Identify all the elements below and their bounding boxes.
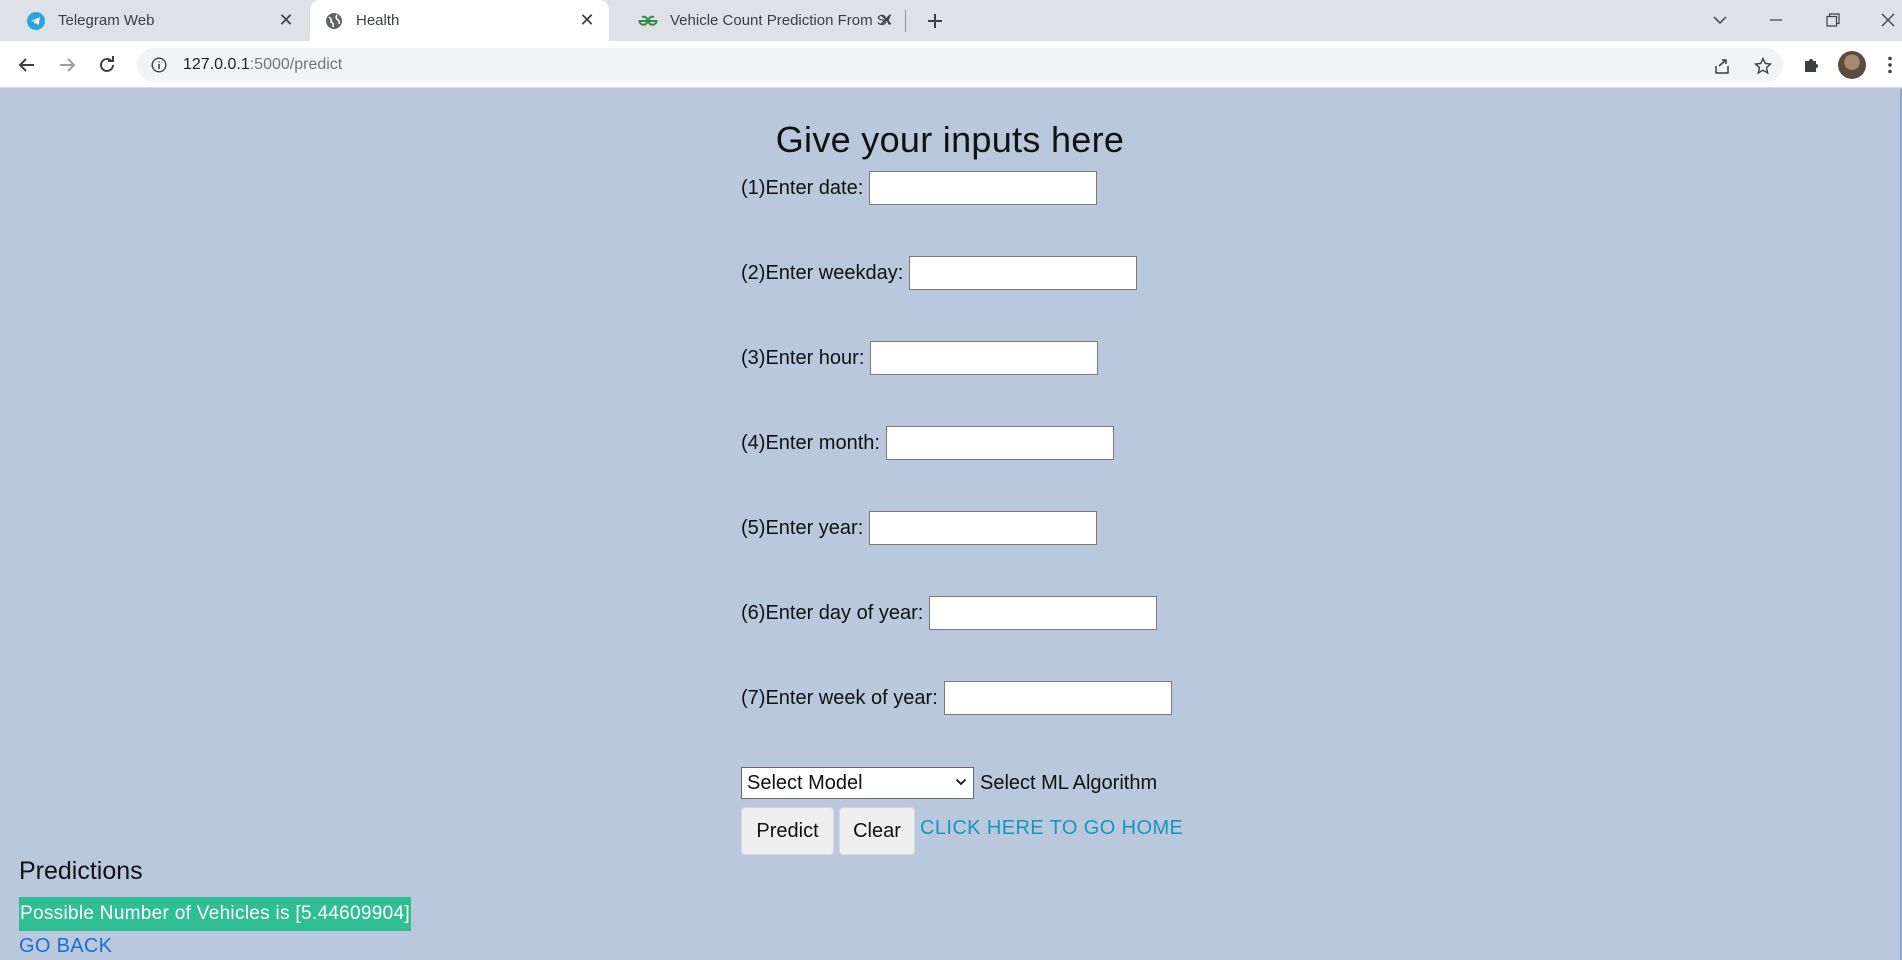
field-weekday: (2)Enter weekday: xyxy=(741,256,1138,290)
telegram-icon xyxy=(26,11,46,31)
tab-vehicle-count[interactable]: Vehicle Count Prediction From Sc ✕ xyxy=(612,0,902,41)
field-week-of-year: (7)Enter week of year: xyxy=(741,681,1172,715)
tab-title: Vehicle Count Prediction From Sc xyxy=(670,12,890,29)
field-label: (3)Enter hour: xyxy=(741,346,865,369)
close-tab-icon[interactable]: ✕ xyxy=(577,10,597,30)
restore-button[interactable] xyxy=(1819,6,1847,34)
model-select-row: Select Model Select ML Algorithm xyxy=(741,767,1157,799)
tab-separator xyxy=(905,10,906,32)
back-button[interactable] xyxy=(13,51,41,79)
globe-icon xyxy=(324,11,344,31)
tab-health[interactable]: Health ✕ xyxy=(310,0,609,41)
geeksforgeeks-icon xyxy=(638,11,658,31)
field-label: (5)Enter year: xyxy=(741,516,864,539)
close-window-button[interactable] xyxy=(1874,6,1902,34)
chevron-down-icon xyxy=(955,778,967,786)
field-month: (4)Enter month: xyxy=(741,426,1114,460)
address-bar[interactable]: 127.0.0.1:5000/predict xyxy=(137,48,1783,82)
year-input[interactable] xyxy=(869,511,1098,545)
field-hour: (3)Enter hour: xyxy=(741,341,1099,375)
puzzle-icon xyxy=(1805,59,1818,72)
profile-avatar[interactable] xyxy=(1838,51,1866,79)
tab-telegram-web[interactable]: Telegram Web ✕ xyxy=(0,0,308,41)
new-tab-button[interactable] xyxy=(922,8,948,34)
weekday-input[interactable] xyxy=(909,256,1138,290)
close-tab-icon[interactable]: ✕ xyxy=(276,10,296,30)
extensions-button[interactable] xyxy=(1797,51,1825,79)
prediction-result: Possible Number of Vehicles is [5.446099… xyxy=(19,897,411,931)
tab-title: Telegram Web xyxy=(58,12,155,29)
chevron-down-icon xyxy=(1713,16,1727,25)
clear-button[interactable]: Clear xyxy=(839,807,915,855)
url-host: 127.0.0.1 xyxy=(183,56,250,73)
minimize-icon xyxy=(1770,19,1782,21)
hour-input[interactable] xyxy=(870,341,1099,375)
page-title: Give your inputs here xyxy=(775,119,1125,160)
field-year: (5)Enter year: xyxy=(741,511,1098,545)
restore-icon xyxy=(1826,13,1840,27)
field-date: (1)Enter date: xyxy=(741,171,1098,205)
page-content: Give your inputs here (1)Enter date: (2)… xyxy=(0,89,1902,960)
date-input[interactable] xyxy=(869,171,1098,205)
day-of-year-input[interactable] xyxy=(929,596,1158,630)
tab-search-button[interactable] xyxy=(1706,6,1734,34)
star-bookmark-icon[interactable] xyxy=(1752,55,1774,77)
url-path: :5000/predict xyxy=(249,56,343,73)
model-select-label: Select ML Algorithm xyxy=(980,771,1158,794)
predictions-heading: Predictions xyxy=(19,857,143,885)
week-of-year-input[interactable] xyxy=(943,681,1172,715)
arrow-right-icon xyxy=(60,58,76,72)
reload-icon xyxy=(100,56,114,72)
kebab-menu-icon xyxy=(1888,56,1892,74)
form-actions: Predict Clear CLICK HERE TO GO HOME xyxy=(741,807,1183,855)
info-icon[interactable] xyxy=(149,55,169,75)
field-label: (7)Enter week of year: xyxy=(741,686,938,709)
field-label: (6)Enter day of year: xyxy=(741,601,924,624)
model-select-value: Select Model xyxy=(747,771,863,794)
arrow-left-icon xyxy=(18,58,34,72)
close-tab-icon[interactable]: ✕ xyxy=(876,10,896,30)
tab-strip: Telegram Web ✕ Health ✕ Vehicle Count Pr… xyxy=(0,0,1902,41)
browser-menu-button[interactable] xyxy=(1880,51,1900,79)
go-home-link[interactable]: CLICK HERE TO GO HOME xyxy=(920,817,1183,840)
field-label: (2)Enter weekday: xyxy=(741,261,904,284)
field-day-of-year: (6)Enter day of year: xyxy=(741,596,1158,630)
field-label: (4)Enter month: xyxy=(741,431,880,454)
predict-button[interactable]: Predict xyxy=(741,807,834,855)
go-back-link[interactable]: GO BACK xyxy=(19,935,112,958)
reload-button[interactable] xyxy=(93,51,121,79)
plus-icon xyxy=(928,14,942,28)
minimize-button[interactable] xyxy=(1762,6,1790,34)
model-select[interactable]: Select Model xyxy=(741,767,974,799)
close-icon xyxy=(1881,13,1895,27)
month-input[interactable] xyxy=(885,426,1114,460)
tab-title: Health xyxy=(356,12,400,29)
browser-toolbar: 127.0.0.1:5000/predict xyxy=(0,41,1902,88)
url-text: 127.0.0.1:5000/predict xyxy=(183,56,342,74)
share-icon[interactable] xyxy=(1711,55,1733,77)
field-label: (1)Enter date: xyxy=(741,176,864,199)
forward-button[interactable] xyxy=(53,51,81,79)
